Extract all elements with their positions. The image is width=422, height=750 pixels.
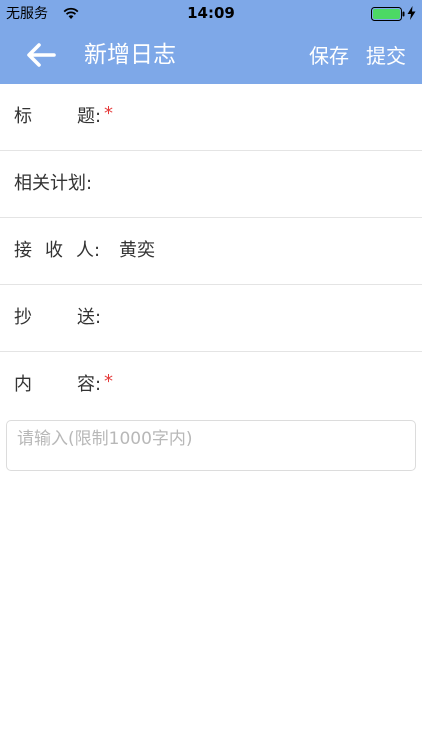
title-label-char-2: 题: [77,106,102,127]
cc-label-char-1: 抄 [14,307,32,328]
cc-label: 抄 送: [14,285,124,351]
content-placeholder: 请输入(限制1000字内) [17,429,193,449]
submit-button[interactable]: 提交 [366,42,406,70]
related-plan-row: 相关计划: [0,151,422,218]
cc-label-char-2: 送: [77,307,102,328]
title-label: 标 题: * [14,84,124,150]
new-log-screen: 无服务 14:09 新增日志 保存 提交 标 题: * 相关计划: 接 收 人:… [0,0,422,750]
back-arrow-icon[interactable] [24,40,58,70]
status-time: 14:09 [187,4,235,22]
content-label-char-2: 容: [77,374,102,395]
content-row: 内 容: * [0,352,422,419]
status-bar: 无服务 14:09 [0,0,422,28]
charging-icon [407,6,416,20]
log-form: 标 题: * 相关计划: 接 收 人: 黄奕 抄 送: 内 容: * [0,84,422,419]
related-plan-selector[interactable] [110,151,422,217]
page-title: 新增日志 [84,42,176,68]
title-label-char-1: 标 [14,106,32,127]
title-input[interactable] [110,84,422,150]
receiver-value[interactable]: 黄奕 [119,240,155,262]
related-plan-label: 相关计划: [14,173,93,194]
header: 无服务 14:09 新增日志 保存 提交 [0,0,422,84]
nav-bar: 新增日志 保存 提交 [0,28,422,84]
receiver-row: 接 收 人: 黄奕 [0,218,422,285]
related-plan-label-wrap: 相关计划: [14,151,124,217]
content-textarea[interactable]: 请输入(限制1000字内) [6,420,416,471]
cc-selector[interactable] [110,285,422,351]
cc-row: 抄 送: [0,285,422,352]
content-label-char-1: 内 [14,374,32,395]
content-label: 内 容: * [14,352,124,418]
receiver-label-char-1: 接 [14,240,32,261]
required-mark: * [104,371,113,392]
title-row: 标 题: * [0,84,422,151]
save-button[interactable]: 保存 [309,42,349,70]
battery-icon [371,7,405,21]
receiver-label: 接 收 人: [14,218,124,284]
receiver-label-char-2: 收 [45,240,63,261]
receiver-label-char-3: 人: [76,240,101,261]
